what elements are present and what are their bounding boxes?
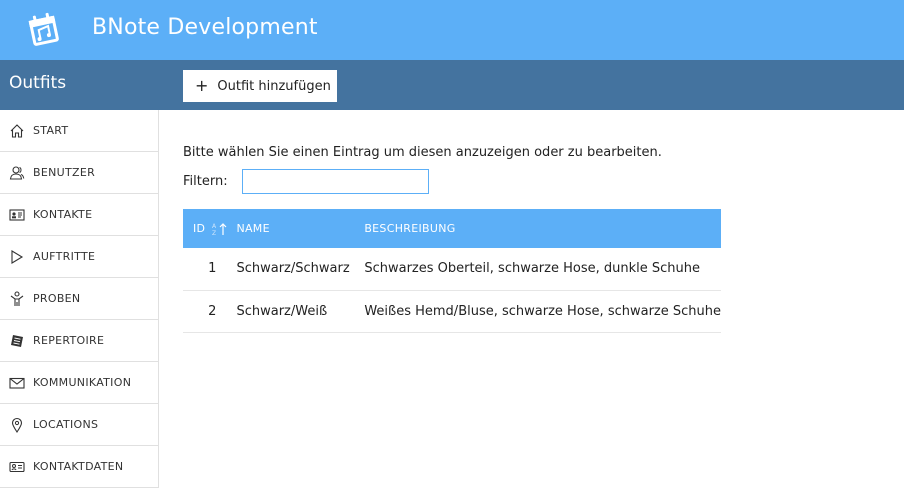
sidebar-item-kontakte[interactable]: KONTAKTE <box>0 194 158 236</box>
cell-description: Schwarzes Oberteil, schwarze Hose, dunkl… <box>364 248 721 291</box>
cell-name: Schwarz/Weiß <box>236 290 365 333</box>
sidebar-nav: START BENUTZER KONTAKTE AUFTRITTE PROBEN… <box>0 110 159 488</box>
sidebar-item-proben[interactable]: PROBEN <box>0 278 158 320</box>
section-bar: Outfits <box>0 60 904 110</box>
id-card-icon <box>8 458 25 475</box>
svg-text:Z: Z <box>212 230 216 236</box>
info-text: Bitte wählen Sie einen Eintrag um diesen… <box>183 145 662 160</box>
svg-text:A: A <box>212 223 217 230</box>
sidebar-item-label: BENUTZER <box>33 166 96 179</box>
users-icon <box>8 164 25 181</box>
play-icon <box>8 248 25 265</box>
table-row[interactable]: 2 Schwarz/Weiß Weißes Hemd/Bluse, schwar… <box>183 290 721 333</box>
cell-name: Schwarz/Schwarz <box>236 248 365 291</box>
home-icon <box>8 122 25 139</box>
sidebar-item-label: KONTAKTE <box>33 208 93 221</box>
table-header-row: ID A Z NAME BESCHREIBUNG <box>183 209 721 248</box>
add-outfit-button[interactable]: + Outfit hinzufügen <box>183 70 337 102</box>
sidebar-item-label: REPERTOIRE <box>33 334 105 347</box>
cell-id: 2 <box>183 290 237 333</box>
filter-input[interactable] <box>242 169 429 194</box>
conductor-icon <box>8 290 25 307</box>
column-header-name[interactable]: NAME <box>236 209 365 248</box>
sidebar-item-locations[interactable]: LOCATIONS <box>0 404 158 446</box>
location-pin-icon <box>8 416 25 433</box>
plus-icon: + <box>195 76 209 95</box>
sidebar-item-auftritte[interactable]: AUFTRITTE <box>0 236 158 278</box>
sidebar-item-benutzer[interactable]: BENUTZER <box>0 152 158 194</box>
column-header-beschreibung[interactable]: BESCHREIBUNG <box>364 209 721 248</box>
sidebar-item-label: AUFTRITTE <box>33 250 96 263</box>
app-title: BNote Development <box>92 15 318 40</box>
outfits-table: ID A Z NAME BESCHREIBUNG 1 Schwarz/Schwa… <box>183 209 721 333</box>
sheet-music-icon <box>8 332 25 349</box>
column-header-label: ID <box>193 221 206 235</box>
cell-description: Weißes Hemd/Bluse, schwarze Hose, schwar… <box>364 290 721 333</box>
sidebar-item-label: KOMMUNIKATION <box>33 376 132 389</box>
calendar-music-icon[interactable] <box>26 11 62 49</box>
table-row[interactable]: 1 Schwarz/Schwarz Schwarzes Oberteil, sc… <box>183 248 721 291</box>
sidebar-item-kommunikation[interactable]: KOMMUNIKATION <box>0 362 158 404</box>
top-bar: BNote Development <box>0 0 904 60</box>
column-header-id[interactable]: ID A Z <box>183 209 237 248</box>
contact-card-icon <box>8 206 25 223</box>
sidebar-item-label: START <box>33 124 69 137</box>
sidebar-item-start[interactable]: START <box>0 110 158 152</box>
cell-id: 1 <box>183 248 237 291</box>
add-outfit-label: Outfit hinzufügen <box>217 78 331 94</box>
sort-ascending-icon[interactable]: A Z <box>212 222 228 236</box>
sidebar-item-kontaktdaten[interactable]: KONTAKTDATEN <box>0 446 158 488</box>
filter-label: Filtern: <box>183 174 228 189</box>
sidebar-item-label: PROBEN <box>33 292 81 305</box>
sidebar-item-label: KONTAKTDATEN <box>33 460 124 473</box>
section-title: Outfits <box>9 73 67 93</box>
mail-icon <box>8 374 25 391</box>
sidebar-item-label: LOCATIONS <box>33 418 99 431</box>
sidebar-item-repertoire[interactable]: REPERTOIRE <box>0 320 158 362</box>
